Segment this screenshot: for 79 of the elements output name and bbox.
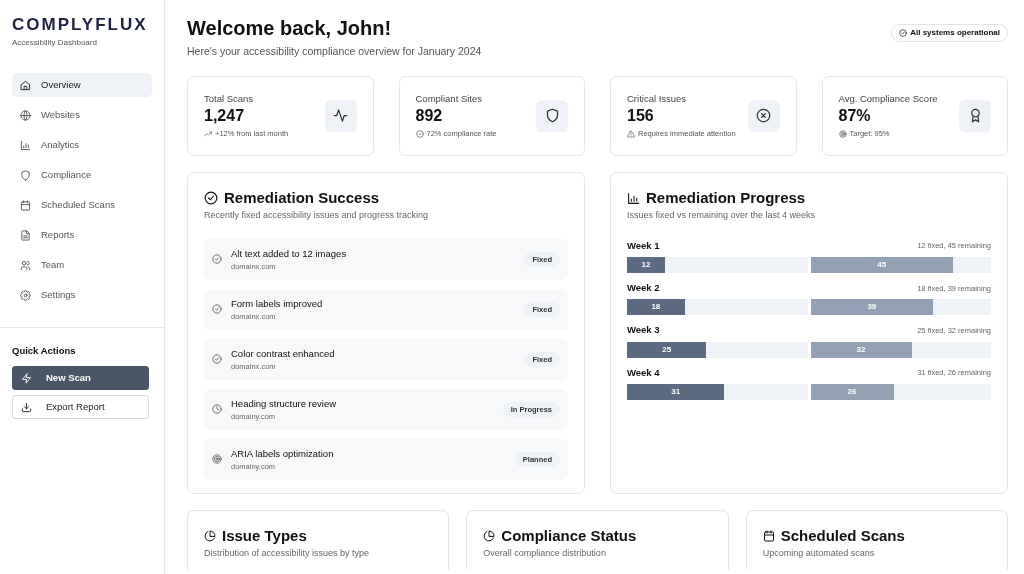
card-subtitle: Recently fixed accessibility issues and progress tracking bbox=[204, 209, 430, 223]
nav-item[interactable]: Compliance bbox=[12, 163, 152, 187]
check-circle-icon bbox=[899, 29, 908, 37]
week-label: Week 3 bbox=[627, 323, 660, 338]
bar-chart-icon bbox=[20, 139, 31, 151]
download-icon bbox=[21, 401, 32, 413]
stat-label: Avg. Compliance Score bbox=[838, 91, 938, 106]
new-scan-button[interactable]: New Scan bbox=[12, 366, 149, 391]
card-title: Remediation Progress bbox=[646, 187, 806, 208]
card-title: Scheduled Scans bbox=[780, 525, 905, 546]
trend-up-icon bbox=[204, 129, 212, 138]
issue-title: Color contrast enhanced bbox=[231, 346, 335, 361]
check-circle-icon bbox=[212, 254, 222, 265]
stat-label: Critical Issues bbox=[627, 91, 688, 106]
card-subtitle: Upcoming automated scans bbox=[762, 547, 876, 561]
page-subtitle: Here's your accessibility compliance overview for January 2024 bbox=[187, 44, 482, 59]
nav-item[interactable]: Websites bbox=[12, 103, 152, 127]
lightning-icon bbox=[21, 372, 32, 384]
logo: COMPLYFLUX bbox=[12, 16, 148, 33]
stat-label: Total Scans bbox=[204, 91, 255, 106]
check-circle-icon bbox=[212, 304, 222, 315]
nav-item[interactable]: Analytics bbox=[12, 133, 152, 157]
week-label: Week 1 bbox=[627, 238, 660, 253]
export-button[interactable]: Export Report bbox=[12, 395, 149, 420]
fixed-bar: 18 bbox=[627, 299, 685, 316]
status-text: All systems operational bbox=[910, 27, 1000, 39]
nav-item[interactable]: Scheduled Scans bbox=[12, 193, 152, 217]
calendar-icon bbox=[762, 530, 775, 542]
card-subtitle: Issues fixed vs remaining over the last 4 weeks bbox=[627, 209, 817, 223]
issue-title: Heading structure review bbox=[231, 396, 337, 411]
nav-item[interactable]: Team bbox=[12, 253, 152, 277]
globe-icon bbox=[20, 109, 31, 121]
tagline: Accessibility Dashboard bbox=[12, 37, 98, 49]
check-circle-icon bbox=[212, 354, 222, 365]
card-title: Compliance Status bbox=[501, 525, 637, 546]
calendar-icon bbox=[20, 199, 31, 211]
shield-icon bbox=[544, 108, 560, 124]
fixed-bar: 25 bbox=[627, 341, 707, 358]
remaining-bar: 45 bbox=[810, 257, 954, 273]
stat-value: 87% bbox=[838, 106, 872, 126]
week-label: Week 4 bbox=[627, 365, 660, 380]
page-title: Welcome back, John! bbox=[187, 16, 393, 40]
document-icon bbox=[20, 229, 31, 241]
remaining-bar: 39 bbox=[810, 299, 934, 316]
pie-chart-icon bbox=[483, 530, 496, 542]
shield-icon bbox=[20, 169, 31, 181]
fixed-bar: 31 bbox=[627, 383, 725, 400]
pie-chart-icon bbox=[204, 530, 216, 542]
stat-label: Compliant Sites bbox=[415, 91, 484, 106]
card-title: Issue Types bbox=[222, 525, 307, 546]
week-label: Week 2 bbox=[627, 281, 660, 295]
users-icon bbox=[20, 259, 31, 271]
card-subtitle: Distribution of accessibility issues by type bbox=[204, 547, 371, 561]
warning-icon bbox=[627, 129, 635, 138]
issue-title: ARIA labels optimization bbox=[231, 446, 334, 461]
issue-title: Form labels improved bbox=[231, 296, 323, 311]
check-circle-icon bbox=[415, 129, 424, 138]
stat-value: 1,247 bbox=[204, 106, 246, 126]
settings-icon bbox=[20, 289, 31, 301]
home-icon bbox=[20, 79, 31, 91]
section-title: Quick Actions bbox=[12, 344, 77, 358]
stat-value: 892 bbox=[415, 106, 444, 126]
issue-title: Alt text added to 12 images bbox=[231, 246, 347, 261]
pulse-icon bbox=[333, 108, 348, 124]
remaining-bar: 26 bbox=[810, 383, 894, 400]
bar-chart-icon bbox=[627, 191, 640, 205]
card-subtitle: Overall compliance distribution bbox=[483, 547, 607, 561]
clock-icon bbox=[212, 404, 222, 415]
target-icon bbox=[212, 454, 222, 465]
check-circle-icon bbox=[204, 191, 218, 205]
card-title: Remediation Success bbox=[224, 187, 380, 208]
nav-item[interactable]: Settings bbox=[12, 283, 152, 307]
nav-item[interactable]: Reports bbox=[12, 223, 152, 247]
x-circle-icon bbox=[756, 108, 771, 124]
remaining-bar: 32 bbox=[810, 341, 912, 358]
nav-item[interactable]: Overview bbox=[12, 73, 152, 97]
fixed-bar: 12 bbox=[627, 257, 665, 273]
target-icon bbox=[838, 129, 847, 138]
stat-value: 156 bbox=[627, 106, 655, 126]
